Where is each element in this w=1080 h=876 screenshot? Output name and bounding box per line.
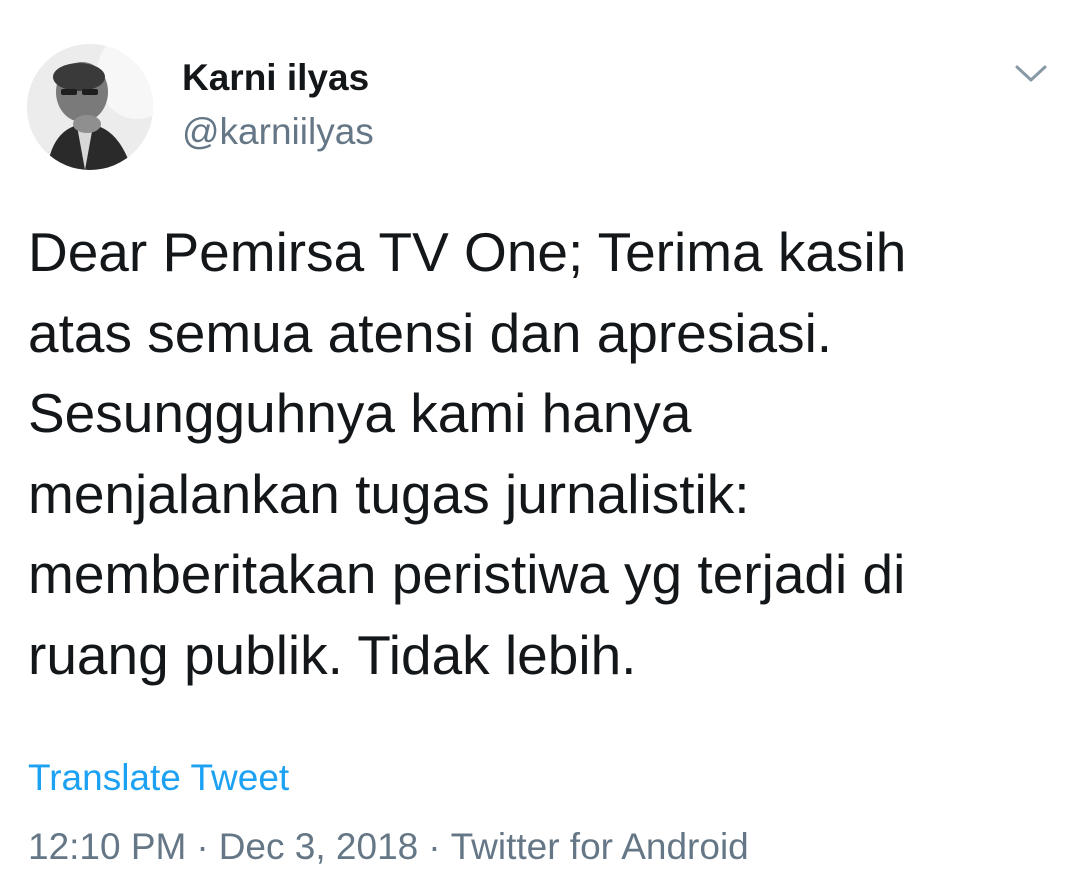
user-handle[interactable]: @karniilyas: [182, 110, 374, 154]
translate-tweet-link[interactable]: Translate Tweet: [28, 754, 289, 802]
tweet-line: menjalankan tugas jurnalistik:: [28, 462, 750, 525]
avatar[interactable]: [27, 44, 153, 170]
tweet-source[interactable]: Twitter for Android: [451, 826, 749, 867]
tweet-line: memberitakan peristiwa yg terjadi di: [28, 543, 906, 605]
display-name[interactable]: Karni ilyas: [182, 56, 369, 100]
tweet-text: Dear Pemirsa TV One; Terima kasih atas s…: [28, 212, 1058, 695]
tweet-line: Sesungguhnya kami hanya: [28, 382, 692, 444]
separator: ·: [196, 826, 209, 867]
tweet-line: Dear Pemirsa TV One; Terima kasih: [28, 221, 907, 283]
separator: ·: [428, 826, 441, 867]
tweet-metadata: 12:10 PM · Dec 3, 2018 · Twitter for Android: [28, 822, 749, 872]
tweet-line: ruang publik. Tidak lebih.: [28, 623, 637, 686]
profile-photo-icon: [27, 44, 153, 170]
tweet-line: atas semua atensi dan apresiasi.: [28, 301, 833, 364]
tweet-time: 12:10 PM: [28, 826, 187, 867]
tweet-date[interactable]: Dec 3, 2018: [219, 826, 419, 867]
chevron-down-icon[interactable]: [1005, 55, 1057, 95]
